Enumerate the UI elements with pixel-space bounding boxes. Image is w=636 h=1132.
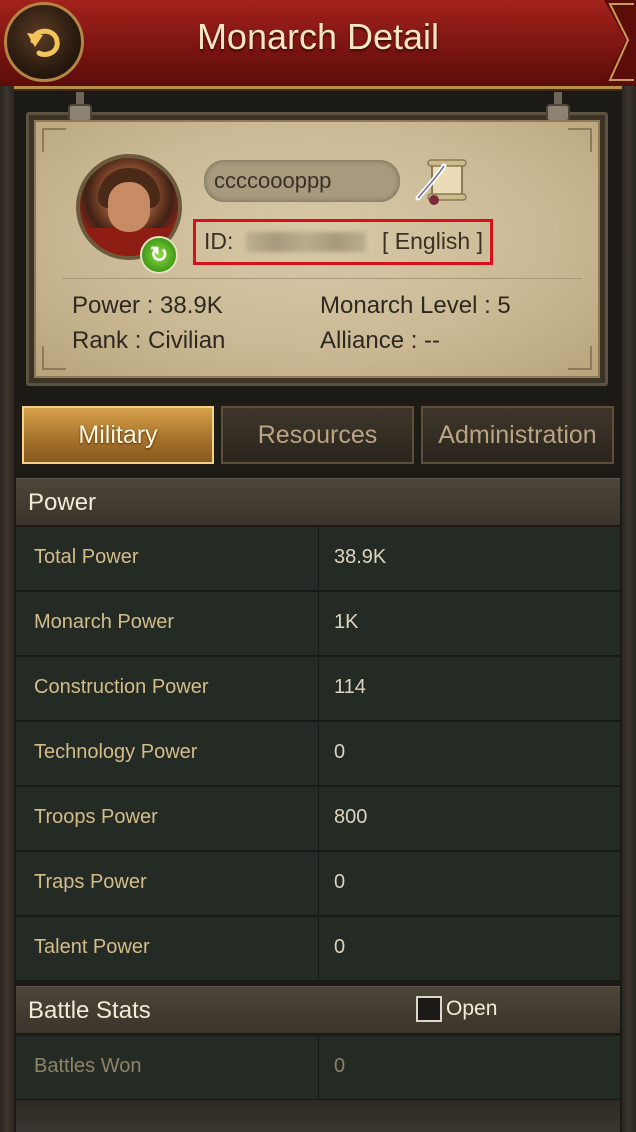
table-row: Construction Power 114	[16, 657, 620, 721]
power-section-title: Power	[28, 489, 97, 516]
row-label: Technology Power	[34, 741, 198, 763]
rank-stat: Rank : Civilian	[72, 327, 226, 354]
row-label: Troops Power	[34, 806, 158, 828]
tab-administration[interactable]: Administration	[421, 406, 614, 464]
header-bar: Monarch Detail	[0, 0, 636, 89]
row-value: 1K	[334, 611, 359, 633]
row-value: 0	[334, 741, 346, 763]
table-row: Traps Power 0	[16, 852, 620, 916]
corner-ornament	[42, 128, 66, 152]
header-corner-ornament	[604, 0, 636, 86]
corner-ornament	[42, 346, 66, 370]
table-row: Total Power 38.9K	[16, 527, 620, 591]
row-label: Total Power	[34, 546, 139, 568]
corner-ornament	[568, 128, 592, 152]
tab-resources[interactable]: Resources	[221, 406, 414, 464]
table-row: Monarch Power 1K	[16, 592, 620, 656]
row-label: Traps Power	[34, 871, 147, 893]
tab-military[interactable]: Military	[22, 406, 214, 464]
power-stat: Power : 38.9K	[72, 292, 223, 319]
row-value: 0	[334, 936, 346, 958]
bottom-frame	[16, 1100, 620, 1132]
frame-right	[622, 86, 636, 1132]
player-language: [ English ]	[382, 228, 483, 254]
back-button[interactable]	[4, 2, 84, 82]
alliance-stat: Alliance : --	[320, 327, 441, 354]
battle-stats-title: Battle Stats	[28, 997, 151, 1024]
refresh-icon[interactable]: ↻	[140, 236, 178, 274]
page-title: Monarch Detail	[196, 16, 440, 57]
back-arrow-icon	[27, 28, 60, 57]
open-checkbox-label[interactable]: Open	[446, 997, 497, 1021]
row-value: 38.9K	[334, 546, 387, 568]
row-value: 800	[334, 806, 368, 828]
table-row: Talent Power 0	[16, 917, 620, 981]
avatar-face	[108, 182, 150, 232]
open-checkbox[interactable]	[416, 996, 442, 1022]
row-label: Monarch Power	[34, 611, 175, 633]
row-label: Battles Won	[34, 1055, 142, 1077]
frame-left	[0, 86, 14, 1132]
monarch-name: ccccoooppp	[204, 160, 400, 202]
table-row: Troops Power 800	[16, 787, 620, 851]
profile-divider	[62, 278, 582, 279]
scroll-quill-icon[interactable]	[414, 156, 470, 206]
table-row: Technology Power 0	[16, 722, 620, 786]
monarch-level-stat: Monarch Level : 5	[320, 292, 511, 319]
table-row: Battles Won 0	[16, 1036, 620, 1100]
corner-ornament	[568, 346, 592, 370]
power-section-header: Power	[16, 478, 620, 526]
battle-stats-header: Battle Stats	[16, 986, 620, 1034]
row-label: Construction Power	[34, 676, 209, 698]
row-value: 0	[334, 871, 346, 893]
row-value: 114	[334, 676, 366, 698]
player-id-redacted	[246, 232, 366, 252]
row-value: 0	[334, 1055, 346, 1077]
row-label: Talent Power	[34, 936, 150, 958]
player-id-label: ID:	[204, 228, 234, 254]
